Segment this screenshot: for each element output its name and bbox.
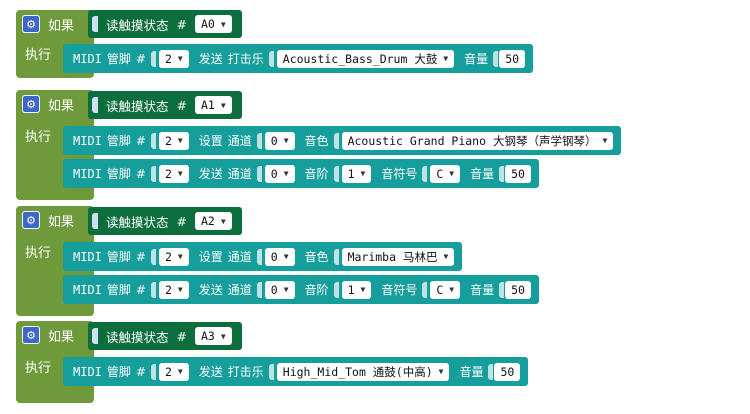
channel-dropdown[interactable]: 0 ▼: [264, 280, 295, 299]
dropdown-arrow-icon: ▼: [220, 100, 226, 110]
dropdown-arrow-icon: ▼: [283, 252, 289, 261]
touch-state-label: 读触摸状态: [106, 17, 169, 33]
volume-input[interactable]: 50: [494, 362, 521, 381]
channel-dropdown[interactable]: 0 ▼: [264, 131, 295, 150]
midi-pin-dropdown[interactable]: 2 ▼: [158, 280, 189, 299]
dropdown-arrow-icon: ▼: [177, 285, 183, 294]
touch-state-block-1[interactable]: 读触摸状态 # A0 ▼: [88, 10, 242, 38]
drum-instrument-dropdown[interactable]: Acoustic_Bass_Drum 大鼓 ▼: [276, 49, 455, 68]
midi-pin-dropdown[interactable]: 2 ▼: [158, 362, 189, 381]
midi-set-timbre-block[interactable]: MIDI 管脚 # 2 ▼ 设置 通道 0 ▼ 音色 Acoustic Grand …: [63, 126, 622, 155]
touch-pin-dropdown[interactable]: A3 ▼: [195, 327, 232, 345]
dropdown-arrow-icon: ▼: [602, 136, 608, 145]
volume-input[interactable]: 50: [505, 280, 531, 299]
dropdown-arrow-icon: ▼: [449, 285, 455, 294]
do-keyword: 执行: [25, 246, 52, 261]
scale-dropdown[interactable]: 1 ▼: [341, 280, 372, 299]
dropdown-arrow-icon: ▼: [283, 169, 289, 178]
channel-dropdown[interactable]: 0 ▼: [264, 164, 295, 183]
midi-pin-dropdown[interactable]: 2 ▼: [158, 49, 189, 68]
midi-pin-dropdown[interactable]: 2 ▼: [158, 164, 189, 183]
midi-pin-dropdown[interactable]: 2 ▼: [158, 247, 189, 266]
do-keyword: 执行: [25, 130, 52, 145]
dropdown-arrow-icon: ▼: [283, 285, 289, 294]
touch-state-label: 读触摸状态: [106, 98, 169, 114]
do-keyword: 执行: [25, 361, 52, 376]
dropdown-arrow-icon: ▼: [443, 54, 449, 63]
if-keyword: 如果: [48, 98, 75, 114]
do-keyword: 执行: [25, 48, 52, 63]
drum-instrument-dropdown[interactable]: High_Mid_Tom 通鼓(中高) ▼: [276, 362, 450, 381]
gear-icon[interactable]: ⚙: [22, 211, 40, 229]
touch-state-block-3[interactable]: 读触摸状态 # A2 ▼: [88, 207, 242, 235]
dropdown-arrow-icon: ▼: [220, 19, 226, 29]
touch-pin-dropdown[interactable]: A0 ▼: [195, 15, 232, 33]
touch-pin-dropdown[interactable]: A1 ▼: [195, 96, 232, 114]
gear-icon[interactable]: ⚙: [22, 326, 40, 344]
midi-pin-dropdown[interactable]: 2 ▼: [158, 131, 189, 150]
midi-drum-block[interactable]: MIDI 管脚 # 2 ▼ 发送 打击乐 Acoustic_Bass_Drum 大…: [63, 44, 534, 73]
dropdown-arrow-icon: ▼: [283, 136, 289, 145]
gear-icon[interactable]: ⚙: [22, 95, 40, 113]
dropdown-arrow-icon: ▼: [360, 285, 366, 294]
dropdown-arrow-icon: ▼: [177, 136, 183, 145]
touch-state-label: 读触摸状态: [106, 214, 169, 230]
volume-input[interactable]: 50: [505, 164, 531, 183]
touch-pin-dropdown[interactable]: A2 ▼: [195, 212, 232, 230]
note-dropdown[interactable]: C ▼: [430, 164, 461, 183]
dropdown-arrow-icon: ▼: [177, 252, 183, 261]
dropdown-arrow-icon: ▼: [177, 169, 183, 178]
midi-send-note-block[interactable]: MIDI 管脚 # 2 ▼ 发送 通道 0 ▼ 音阶 1 ▼ 音符号 C ▼ 音量 50: [63, 159, 539, 188]
channel-dropdown[interactable]: 0 ▼: [264, 247, 295, 266]
note-dropdown[interactable]: C ▼: [430, 280, 461, 299]
dropdown-arrow-icon: ▼: [360, 169, 366, 178]
touch-state-label: 读触摸状态: [106, 329, 169, 345]
dropdown-arrow-icon: ▼: [177, 367, 183, 376]
if-keyword: 如果: [48, 329, 75, 345]
dropdown-arrow-icon: ▼: [443, 252, 449, 261]
gear-icon[interactable]: ⚙: [22, 15, 40, 33]
midi-drum-block[interactable]: MIDI 管脚 # 2 ▼ 发送 打击乐 High_Mid_Tom 通鼓(中高) ▼…: [63, 357, 529, 386]
touch-state-block-4[interactable]: 读触摸状态 # A3 ▼: [88, 322, 242, 350]
dropdown-arrow-icon: ▼: [177, 54, 183, 63]
timbre-dropdown[interactable]: Acoustic Grand Piano 大钢琴（声学钢琴） ▼: [341, 131, 614, 150]
midi-set-timbre-block[interactable]: MIDI 管脚 # 2 ▼ 设置 通道 0 ▼ 音色 Marimba 马林巴 ▼: [63, 242, 463, 271]
pin-hash: #: [176, 16, 187, 32]
if-keyword: 如果: [48, 18, 75, 34]
scale-dropdown[interactable]: 1 ▼: [341, 164, 372, 183]
if-keyword: 如果: [48, 214, 75, 230]
volume-input[interactable]: 50: [499, 49, 526, 68]
dropdown-arrow-icon: ▼: [220, 216, 226, 226]
midi-send-note-block[interactable]: MIDI 管脚 # 2 ▼ 发送 通道 0 ▼ 音阶 1 ▼ 音符号 C ▼ 音量 50: [63, 275, 539, 304]
touch-state-block-2[interactable]: 读触摸状态 # A1 ▼: [88, 91, 242, 119]
dropdown-arrow-icon: ▼: [220, 331, 226, 341]
dropdown-arrow-icon: ▼: [449, 169, 455, 178]
dropdown-arrow-icon: ▼: [438, 367, 444, 376]
timbre-dropdown[interactable]: Marimba 马林巴 ▼: [341, 247, 455, 266]
